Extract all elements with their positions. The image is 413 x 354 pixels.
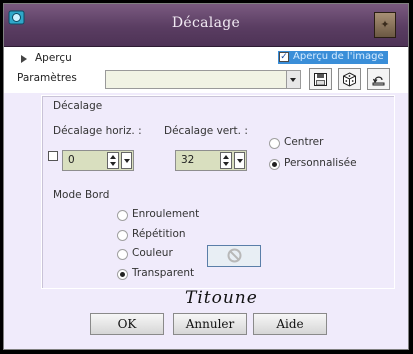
radio-custom[interactable] <box>269 159 280 170</box>
radio-center-label[interactable]: Centrer <box>284 136 323 148</box>
horizontal-slider-dropdown[interactable] <box>121 152 132 169</box>
radio-custom-label[interactable]: Personnalisée <box>284 157 357 169</box>
radio-repeat-label[interactable]: Répétition <box>132 228 186 240</box>
signature-watermark: Titoune <box>185 288 258 308</box>
edge-color-swatch[interactable] <box>207 245 261 267</box>
reset-button[interactable] <box>367 68 390 90</box>
horizontal-spin-arrows[interactable] <box>107 152 119 169</box>
radio-center[interactable] <box>269 138 280 149</box>
reset-icon <box>372 76 385 86</box>
title-bar: Décalage ✦ <box>4 4 408 47</box>
save-preset-icon <box>314 73 327 86</box>
link-offsets-checkbox[interactable] <box>48 151 58 161</box>
ok-button[interactable]: OK <box>90 313 164 335</box>
horizontal-offset-value[interactable]: 0 <box>68 154 75 166</box>
chevron-down-icon[interactable] <box>286 71 300 88</box>
horizontal-offset-label: Décalage horiz. : <box>53 125 142 137</box>
radio-wrap[interactable] <box>117 210 128 221</box>
radio-color[interactable] <box>117 249 128 260</box>
close-button[interactable]: ✦ <box>374 12 396 38</box>
radio-transparent[interactable] <box>117 269 128 280</box>
cancel-button[interactable]: Annuler <box>173 313 247 335</box>
help-button[interactable]: Aide <box>253 313 327 335</box>
vertical-offset-value[interactable]: 32 <box>181 154 194 166</box>
spin-up-icon[interactable] <box>223 155 229 159</box>
edge-mode-title: Mode Bord <box>53 189 110 201</box>
image-preview-label: Aperçu de l'image <box>293 51 384 62</box>
vertical-slider-dropdown[interactable] <box>234 152 245 169</box>
radio-wrap-label[interactable]: Enroulement <box>132 208 199 220</box>
expand-arrow-icon[interactable] <box>21 55 27 63</box>
image-preview-toggle[interactable]: ✓ Aperçu de l'image <box>278 51 388 64</box>
radio-color-label[interactable]: Couleur <box>132 247 173 259</box>
presets-label: Paramètres <box>17 72 77 84</box>
offset-group-title: Décalage <box>53 100 103 112</box>
preset-dropdown[interactable] <box>105 70 301 89</box>
dialog-title: Décalage <box>171 15 241 31</box>
dialog-window: Décalage ✦ Aperçu ✓ Aperçu de l'image Pa… <box>3 3 409 350</box>
radio-transparent-label[interactable]: Transparent <box>132 267 194 279</box>
close-icon: ✦ <box>380 18 390 31</box>
spin-down-icon[interactable] <box>223 162 229 166</box>
preview-toolbar: Aperçu ✓ Aperçu de l'image Paramètres <box>4 47 408 93</box>
preview-label[interactable]: Aperçu <box>35 52 72 64</box>
horizontal-offset-spinner[interactable]: 0 <box>62 150 134 171</box>
vertical-spin-arrows[interactable] <box>220 152 232 169</box>
save-preset-button[interactable] <box>309 68 332 90</box>
spin-down-icon[interactable] <box>110 162 116 166</box>
random-dice-icon <box>343 72 356 87</box>
no-color-icon <box>227 248 242 263</box>
radio-repeat[interactable] <box>117 230 128 241</box>
randomize-button[interactable] <box>338 68 361 90</box>
vertical-offset-label: Décalage vert. : <box>164 125 248 137</box>
vertical-offset-spinner[interactable]: 32 <box>175 150 247 171</box>
image-preview-checkbox[interactable]: ✓ <box>279 52 289 62</box>
spin-up-icon[interactable] <box>110 155 116 159</box>
